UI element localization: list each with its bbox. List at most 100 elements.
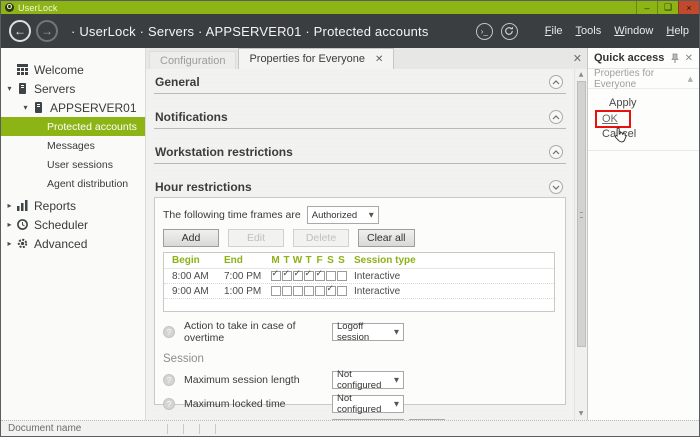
sidebar-item-welcome[interactable]: Welcome [1,60,145,79]
max-locked-time-select[interactable]: Not configured ▼ [332,395,404,413]
menu-file[interactable]: File [545,25,563,37]
expand-chevron-icon[interactable]: ▸ [4,201,15,210]
expand-chevron-icon[interactable]: ▸ [4,239,15,248]
clear-all-button[interactable]: Clear all [358,229,415,247]
day-checkbox[interactable] [282,286,292,296]
vertical-scrollbar[interactable]: ▲ ▼ [574,69,587,420]
sidebar-item-messages[interactable]: Messages [1,136,145,155]
time-frames-select[interactable]: Authorized ▼ [307,206,379,224]
select-value: Logoff session [337,321,394,343]
col-monday: M [270,255,281,266]
day-checkbox[interactable] [337,286,347,296]
select-value: Authorized [312,210,357,221]
menu-tools[interactable]: Tools [576,25,602,37]
session-type-cell: Interactive [347,271,400,282]
collapse-expander-icon[interactable]: ▾ [20,103,31,112]
section-title: Notifications [155,110,228,124]
maximize-button[interactable]: ❑ [657,1,678,14]
day-checkbox[interactable] [337,271,347,281]
day-checkbox[interactable] [271,271,281,281]
day-checkbox[interactable] [304,286,314,296]
reports-chart-icon [15,200,29,211]
max-session-length-select[interactable]: Not configured ▼ [332,371,404,389]
panel-close-icon[interactable]: ✕ [685,53,693,64]
col-wednesday: W [292,255,303,266]
chevron-down-icon: ▼ [394,376,399,384]
apply-link[interactable]: Apply [609,97,637,109]
overtime-action-select[interactable]: Logoff session ▼ [332,323,404,341]
back-button[interactable]: ← [9,20,31,42]
scrollbar-thumb[interactable] [577,81,586,347]
expand-section-icon[interactable] [549,145,563,159]
statusbar-divider [183,424,184,434]
forward-button[interactable]: → [36,20,58,42]
app-logo-icon: O [5,3,14,12]
overtime-label: Action to take in case of overtime [184,320,332,344]
sidebar-item-reports[interactable]: ▸ Reports [1,196,145,215]
sidebar-item-agent-distribution[interactable]: Agent distribution [1,174,145,193]
expand-section-icon[interactable] [549,75,563,89]
day-checkbox[interactable] [326,286,336,296]
document-name-label: Document name [8,423,81,434]
sidebar-item-servers[interactable]: ▾ Servers [1,79,145,98]
col-saturday: S [325,255,336,266]
collapse-section-icon[interactable] [549,180,563,194]
sidebar-item-user-sessions[interactable]: User sessions [1,155,145,174]
statusbar-divider [167,424,168,434]
sidebar-label: Messages [47,140,95,152]
refresh-icon[interactable] [501,23,518,40]
day-checkbox[interactable] [271,286,281,296]
menu-window[interactable]: Window [614,25,653,37]
day-checkbox[interactable] [326,271,336,281]
table-row[interactable]: 8:00 AM 7:00 PM Interactive [164,269,554,284]
day-checkbox[interactable] [293,271,303,281]
tab-configuration[interactable]: Configuration [149,51,236,69]
table-header-row: Begin End M T W T F S S Session type [164,253,554,269]
minimize-button[interactable]: – [636,1,657,14]
sidebar-label: Servers [34,82,75,96]
scroll-up-icon[interactable]: ▲ [579,69,584,81]
expand-chevron-icon[interactable]: ▸ [4,220,15,229]
sidebar-item-scheduler[interactable]: ▸ Scheduler [1,215,145,234]
header-right: ›_ File Tools Window Help [468,23,689,40]
day-checkbox[interactable] [293,286,303,296]
select-value: Not configured [337,393,394,415]
sidebar-item-protected-accounts[interactable]: Protected accounts [1,117,145,136]
menu-help[interactable]: Help [666,25,689,37]
title-bar: O UserLock – ❑ × [1,1,699,14]
tab-label: Properties for Everyone [249,53,365,65]
help-icon[interactable]: ? [163,398,175,410]
section-hour-restrictions: Hour restrictions The following time fra… [154,177,566,405]
add-button[interactable]: Add [163,229,219,247]
pin-icon[interactable] [671,53,679,63]
navigation-tree: Welcome ▾ Servers ▾ APPSERVER01 Protecte… [1,48,146,420]
expand-section-icon[interactable] [549,110,563,124]
console-icon[interactable]: ›_ [476,23,493,40]
section-general: General [154,72,566,94]
tab-close-icon[interactable]: ✕ [375,54,383,65]
scheduler-clock-icon [15,219,29,230]
close-button[interactable]: × [678,1,699,14]
table-row[interactable]: 9:00 AM 1:00 PM Interactive [164,284,554,299]
day-checkbox[interactable] [282,271,292,281]
sidebar-item-advanced[interactable]: ▸ Advanced [1,234,145,253]
help-icon[interactable]: ? [163,326,175,338]
quick-access-title: Quick access [594,52,664,64]
section-title: Hour restrictions [155,180,252,194]
group-label: Properties for Everyone [594,68,688,90]
help-icon[interactable]: ? [163,374,175,386]
col-friday: F [314,255,325,266]
day-checkbox[interactable] [315,286,325,296]
app-header: ← → · UserLock · Servers · APPSERVER01 ·… [1,14,699,48]
delete-button: Delete [293,229,349,247]
tab-properties-for-everyone[interactable]: Properties for Everyone ✕ [238,48,394,69]
day-checkbox[interactable] [304,271,314,281]
day-checkbox[interactable] [315,271,325,281]
status-bar: Document name [1,420,699,436]
quick-access-group[interactable]: Properties for Everyone ▲ [588,69,699,89]
ok-annotation-wrap: OK [602,113,618,125]
scroll-down-icon[interactable]: ▼ [579,408,584,420]
collapse-expander-icon[interactable]: ▾ [4,84,15,93]
tabgroup-close-icon[interactable]: ✕ [568,52,587,65]
sidebar-item-appserver01[interactable]: ▾ APPSERVER01 [1,98,145,117]
